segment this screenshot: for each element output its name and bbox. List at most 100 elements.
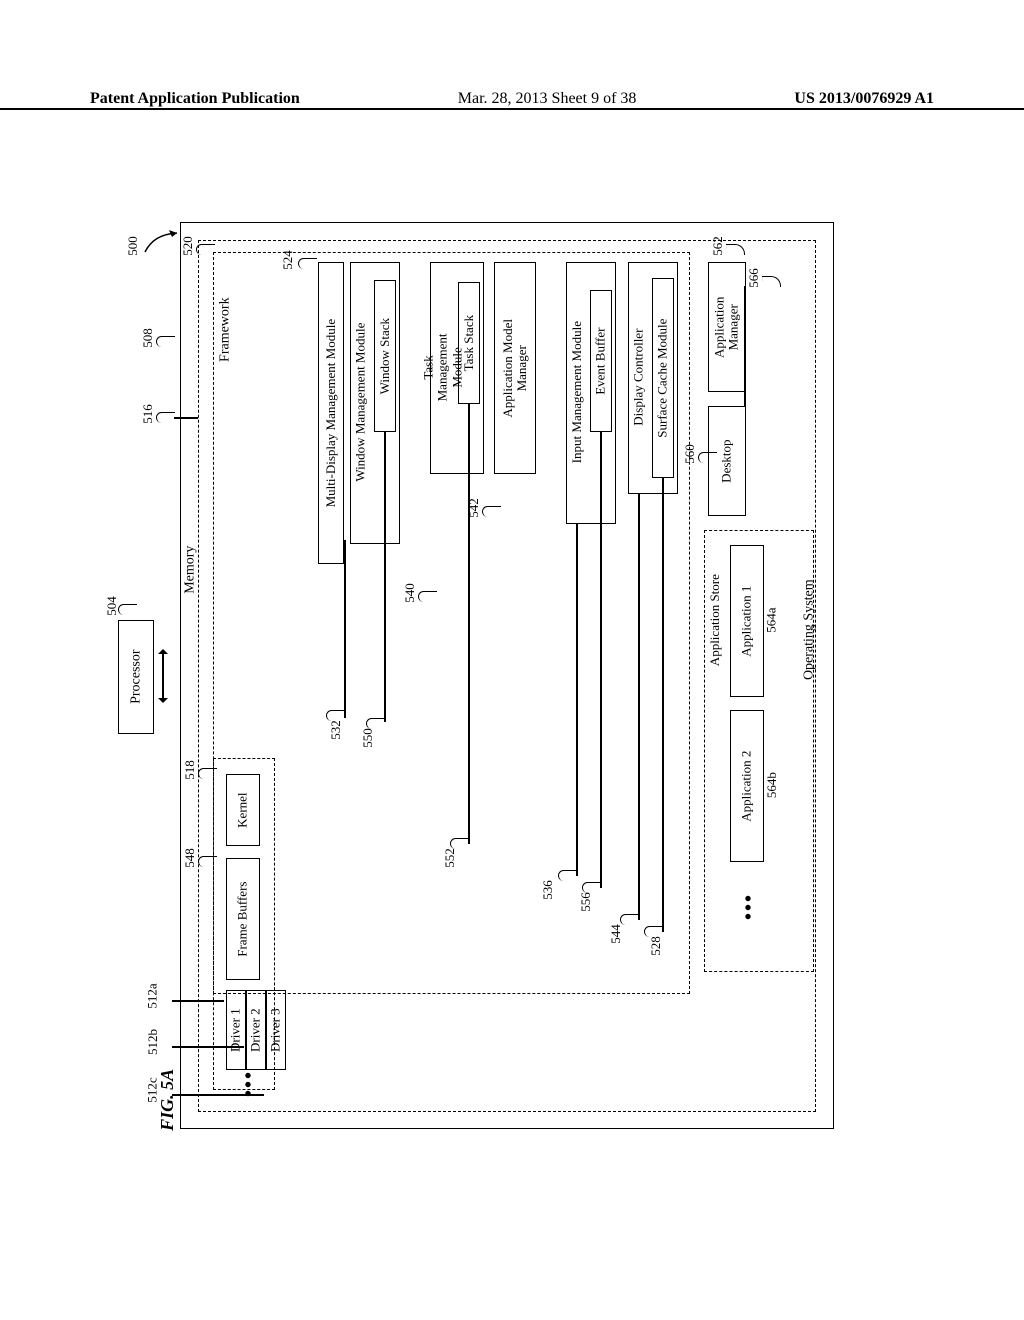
- ref-540: 540: [402, 583, 418, 603]
- window-stack-box: Window Stack: [374, 280, 396, 432]
- ellipsis-icon: •••: [738, 893, 761, 920]
- ref-504: 504: [104, 596, 120, 616]
- desktop-label: Desktop: [720, 439, 734, 482]
- header-left: Patent Application Publication: [90, 90, 300, 108]
- leader-line: [384, 432, 386, 722]
- ref-536: 536: [540, 880, 556, 900]
- ref-512a: 512a: [145, 983, 161, 1008]
- memory-label: Memory: [182, 546, 197, 594]
- leader-line: [576, 524, 578, 876]
- scm-label: Surface Cache Module: [656, 318, 670, 437]
- ref-512c: 512c: [145, 1077, 161, 1102]
- mdmm-label: Multi-Display Management Module: [324, 319, 338, 507]
- hook-icon: [620, 914, 639, 925]
- driver3-label: Driver 3: [269, 1008, 283, 1052]
- app2-label: Application 2: [740, 750, 754, 821]
- app-manager-label: Application Manager: [713, 296, 742, 357]
- frame-buffers-box: Frame Buffers: [226, 858, 260, 980]
- processor-box: Processor: [118, 620, 154, 734]
- app1-box: Application 1: [730, 545, 764, 697]
- application-store-label: Application Store: [708, 574, 722, 666]
- task-stack-label: Task Stack: [462, 315, 476, 372]
- kernel-box: Kernel: [226, 774, 260, 846]
- ref-560: 560: [682, 444, 698, 464]
- driver3-box: Driver 3: [266, 990, 286, 1070]
- hook-icon: [558, 870, 577, 881]
- leader-line: [174, 417, 198, 419]
- leader-line: [600, 432, 602, 888]
- header-center: Mar. 28, 2013 Sheet 9 of 38: [458, 90, 637, 108]
- hook-icon: [698, 452, 717, 463]
- task-stack-box: Task Stack: [458, 282, 480, 404]
- hook-icon: [482, 506, 501, 517]
- amm-box: Application Model Manager: [494, 262, 536, 474]
- ref-518: 518: [182, 760, 198, 780]
- hook-icon: [366, 718, 385, 729]
- hook-icon: [196, 244, 215, 255]
- ref-556: 556: [578, 892, 594, 912]
- leader-line: [344, 540, 346, 718]
- ref-512b: 512b: [145, 1029, 161, 1055]
- leader-line: [172, 1000, 224, 1002]
- ref-508: 508: [140, 328, 156, 348]
- ref-552: 552: [442, 848, 458, 868]
- leader-line: [744, 286, 746, 406]
- dc-label: Display Controller: [632, 328, 646, 425]
- page: Patent Application Publication Mar. 28, …: [0, 0, 1024, 1320]
- ref-520: 520: [180, 236, 196, 256]
- hook-icon: [156, 412, 175, 423]
- processor-label: Processor: [128, 650, 143, 704]
- hook-icon: [298, 258, 317, 269]
- ref-524: 524: [280, 250, 296, 270]
- scm-box: Surface Cache Module: [652, 278, 674, 478]
- ref-550: 550: [360, 728, 376, 748]
- hook-icon: [418, 591, 437, 602]
- hook-icon: [644, 926, 663, 937]
- wmm-label: Window Management Module: [354, 322, 368, 481]
- figure-label: FIG. 5A: [158, 1069, 178, 1131]
- figure-5a: FIG. 5A 500 Processor 504 Memory 508 Ope…: [168, 150, 848, 1150]
- framework-label: Framework: [217, 298, 232, 363]
- mdmm-box: Multi-Display Management Module: [318, 262, 344, 564]
- ref-528: 528: [648, 936, 664, 956]
- page-header: Patent Application Publication Mar. 28, …: [0, 84, 1024, 110]
- ref-566: 566: [746, 268, 762, 288]
- ellipsis-icon: •••: [238, 1070, 261, 1097]
- leader-line: [638, 494, 640, 920]
- ref-564b: 564b: [765, 772, 779, 798]
- ref-500: 500: [125, 236, 141, 256]
- ref-564a: 564a: [765, 607, 779, 632]
- ref-548: 548: [182, 848, 198, 868]
- app-manager-box: Application Manager: [708, 262, 746, 392]
- ref-542: 542: [466, 498, 482, 518]
- hook-icon: [198, 768, 217, 779]
- hook-icon: [118, 604, 137, 615]
- hook-icon: [156, 336, 175, 347]
- imm-label: Input Management Module: [570, 321, 584, 463]
- ref-516: 516: [140, 404, 156, 424]
- kernel-label: Kernel: [236, 792, 250, 827]
- driver1-box: Driver 1: [226, 990, 246, 1070]
- event-buffer-box: Event Buffer: [590, 290, 612, 432]
- hook-icon: [326, 710, 345, 721]
- ref-544: 544: [608, 924, 624, 944]
- hook-icon: [198, 856, 217, 867]
- leader-line: [172, 1094, 264, 1096]
- arrow-icon: [143, 230, 183, 256]
- amm-label: Application Model Manager: [501, 319, 530, 418]
- driver2-box: Driver 2: [246, 990, 266, 1070]
- leader-line: [662, 478, 664, 932]
- header-right: US 2013/0076929 A1: [794, 90, 934, 108]
- event-buffer-label: Event Buffer: [594, 327, 608, 394]
- driver2-label: Driver 2: [249, 1008, 263, 1052]
- leader-line: [468, 404, 470, 844]
- window-stack-label: Window Stack: [378, 318, 392, 394]
- ref-562: 562: [710, 236, 726, 256]
- frame-buffers-label: Frame Buffers: [236, 881, 250, 956]
- hook-icon: [450, 838, 469, 849]
- app1-label: Application 1: [740, 585, 754, 656]
- app2-box: Application 2: [730, 710, 764, 862]
- leader-line: [172, 1046, 244, 1048]
- double-arrow-icon: [162, 652, 164, 700]
- ref-532: 532: [328, 720, 344, 740]
